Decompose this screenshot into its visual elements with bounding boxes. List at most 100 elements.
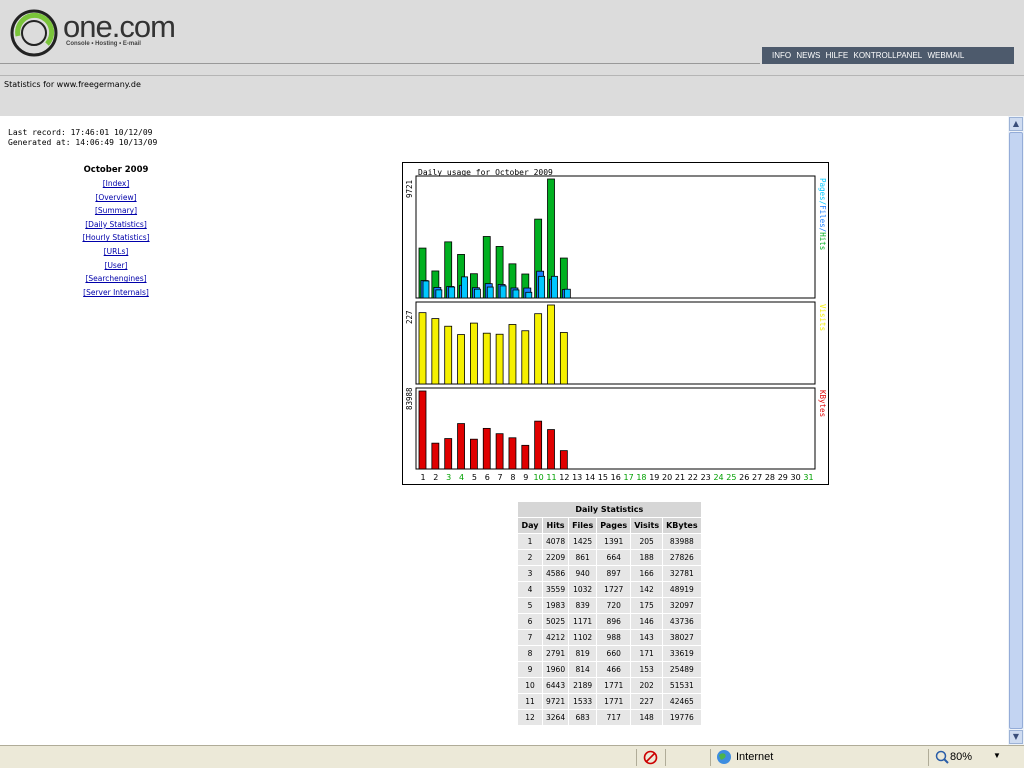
- table-cell-visits: 227: [631, 694, 663, 709]
- table-cell-kbytes: 25489: [663, 662, 701, 677]
- table-cell-files: 1425: [569, 534, 597, 549]
- menu-link-user[interactable]: [User]: [60, 259, 172, 273]
- nav-info[interactable]: INFO: [772, 51, 791, 60]
- bar-pages: [512, 289, 520, 299]
- x-tick-label: 10: [534, 473, 544, 482]
- page-title: Statistics for www.freegermany.de: [4, 80, 141, 89]
- table-row: 5 1983 839 720 175 32097: [518, 598, 701, 613]
- table-cell-pages: 1391: [597, 534, 631, 549]
- scroll-down-icon[interactable]: ▼: [1009, 730, 1023, 744]
- menu-link-summary[interactable]: [Summary]: [60, 204, 172, 218]
- logo-ring-icon: [10, 9, 58, 57]
- menu-link-index[interactable]: [Index]: [60, 177, 172, 191]
- x-tick-label: 7: [498, 473, 503, 482]
- menu-link-server-internals[interactable]: [Server Internals]: [60, 286, 172, 300]
- x-tick-label: 2: [433, 473, 438, 482]
- zoom-icon[interactable]: [935, 750, 949, 764]
- y-max-label: 227: [405, 310, 414, 324]
- stats-menu: October 2009 [Index] [Overview] [Summary…: [60, 165, 172, 299]
- table-cell-hits: 2791: [543, 646, 569, 661]
- menu-link-overview[interactable]: [Overview]: [60, 191, 172, 205]
- table-cell-day: 3: [518, 566, 542, 581]
- y-max-label: 83988: [405, 387, 414, 410]
- x-tick-label: 20: [662, 473, 672, 482]
- bar-visits: [534, 313, 543, 385]
- table-cell-files: 940: [569, 566, 597, 581]
- table-cell-hits: 4586: [543, 566, 569, 581]
- security-zone: Internet: [736, 751, 774, 763]
- bar-pages: [435, 289, 443, 299]
- table-cell-visits: 175: [631, 598, 663, 613]
- table-cell-day: 4: [518, 582, 542, 597]
- table-cell-kbytes: 33619: [663, 646, 701, 661]
- table-cell-kbytes: 48919: [663, 582, 701, 597]
- scroll-up-icon[interactable]: ▲: [1009, 117, 1023, 131]
- daily-usage-chart: Daily usage for October 2009 9721 Pages/Fi…: [402, 162, 829, 485]
- nav-kontrollpanel[interactable]: KONTROLLPANEL: [853, 51, 922, 60]
- table-row: 8 2791 819 660 171 33619: [518, 646, 701, 661]
- nav-news[interactable]: NEWS: [796, 51, 820, 60]
- table-cell-kbytes: 27826: [663, 550, 701, 565]
- x-tick-label: 19: [649, 473, 659, 482]
- y-series-label: Visits: [818, 304, 827, 331]
- nav-hilfe[interactable]: HILFE: [826, 51, 849, 60]
- x-tick-label: 23: [701, 473, 711, 482]
- table-row: 4 3559 1032 1727 142 48919: [518, 582, 701, 597]
- table-cell-day: 2: [518, 550, 542, 565]
- last-record: Last record: 17:46:01 10/12/09: [8, 128, 153, 137]
- table-cell-day: 5: [518, 598, 542, 613]
- daily-usage-svg: Daily usage for October 20099721 Pages/Fi…: [405, 168, 827, 482]
- bar-kbytes: [444, 438, 453, 470]
- table-cell-pages: 896: [597, 614, 631, 629]
- menu-link-urls[interactable]: [URLs]: [60, 245, 172, 259]
- menu-link-daily-statistics[interactable]: [Daily Statistics]: [60, 218, 172, 232]
- zoom-dropdown-icon[interactable]: ▼: [993, 751, 1001, 760]
- bar-kbytes: [457, 423, 465, 470]
- table-cell-visits: 142: [631, 582, 663, 597]
- bar-visits: [521, 330, 530, 385]
- table-cell-files: 2189: [569, 678, 597, 693]
- table-cell-kbytes: 51531: [663, 678, 701, 693]
- column-header-day: Day: [518, 518, 542, 533]
- bar-visits: [508, 324, 517, 385]
- table-cell-hits: 6443: [543, 678, 569, 693]
- table-title: Daily Statistics: [518, 502, 701, 517]
- table-cell-kbytes: 38027: [663, 630, 701, 645]
- table-cell-pages: 664: [597, 550, 631, 565]
- nav-webmail[interactable]: WEBMAIL: [927, 51, 964, 60]
- scrollbar-thumb[interactable]: [1009, 132, 1023, 729]
- bar-pages: [551, 275, 558, 299]
- bar-visits: [547, 304, 555, 385]
- table-cell-visits: 146: [631, 614, 663, 629]
- table-cell-pages: 1771: [597, 678, 631, 693]
- x-tick-label: 11: [546, 473, 556, 482]
- x-tick-label: 4: [459, 473, 464, 482]
- zoom-level[interactable]: 80%: [950, 751, 972, 763]
- bar-kbytes: [495, 433, 504, 470]
- menu-link-searchengines[interactable]: [Searchengines]: [60, 272, 172, 286]
- table-cell-pages: 897: [597, 566, 631, 581]
- x-tick-label: 27: [752, 473, 762, 482]
- table-cell-visits: 202: [631, 678, 663, 693]
- bar-kbytes: [559, 450, 568, 470]
- bar-kbytes: [534, 420, 543, 470]
- bar-visits: [457, 334, 465, 385]
- popup-blocked-icon[interactable]: [643, 750, 658, 765]
- bar-visits: [418, 312, 427, 385]
- menu-link-hourly-statistics[interactable]: [Hourly Statistics]: [60, 231, 172, 245]
- x-tick-label: 15: [598, 473, 608, 482]
- bar-pages: [525, 291, 533, 299]
- column-header-kbytes: KBytes: [663, 518, 701, 533]
- logo-tagline: Console • Hosting • E-mail: [66, 41, 141, 47]
- table-cell-visits: 143: [631, 630, 663, 645]
- vertical-scrollbar[interactable]: ▲ ▼: [1008, 116, 1024, 745]
- table-cell-kbytes: 19776: [663, 710, 701, 725]
- site-header: one.com Console • Hosting • E-mail INFO …: [0, 0, 1024, 76]
- table-cell-day: 11: [518, 694, 542, 709]
- table-cell-visits: 166: [631, 566, 663, 581]
- table-cell-hits: 1960: [543, 662, 569, 677]
- y-max-label: 9721: [405, 180, 414, 198]
- x-tick-label: 6: [485, 473, 490, 482]
- table-cell-day: 12: [518, 710, 542, 725]
- x-tick-label: 14: [585, 473, 595, 482]
